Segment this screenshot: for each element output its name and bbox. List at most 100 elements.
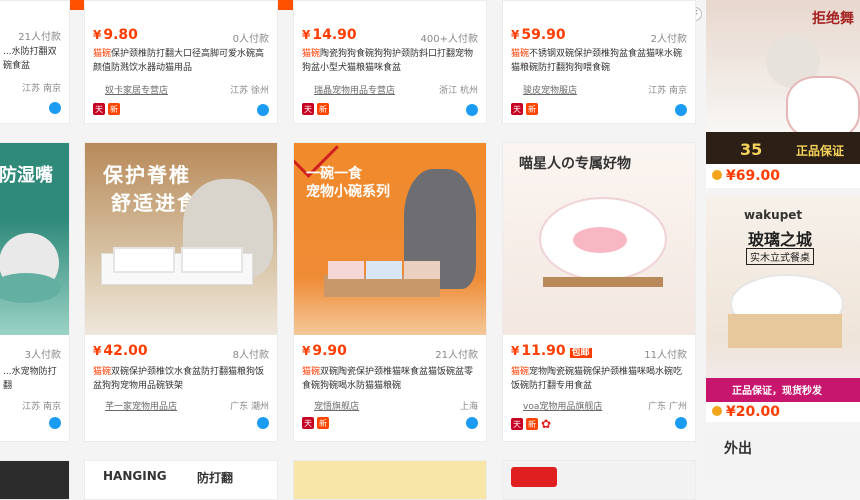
product-card-r1-c1[interactable]: ¥9.80 0人付款 猫碗保护颈椎防打翻大口径高脚可爱水碗高颜值防溅饮水器动猫用… (84, 0, 278, 124)
shop-link[interactable]: 骏皮宠物服店 (523, 83, 577, 96)
new-icon: 新 (526, 418, 538, 430)
image-caption-2: 防打翻 (197, 471, 234, 485)
ad-image[interactable]: wakupet 玻璃之城 实木立式餐桌 正品保证，现货秒发 (706, 196, 860, 402)
badges: 天新 (302, 103, 329, 115)
chat-icon[interactable] (49, 417, 61, 429)
sold-count: 400+人付款 (420, 34, 478, 45)
location: 浙江 杭州 (439, 86, 478, 96)
subtitle: 实木立式餐桌 (746, 248, 814, 265)
price: ¥59.90 (511, 27, 566, 43)
product-image[interactable]: 保护脊椎 舒适进食 (85, 143, 277, 335)
image-caption-2: 宠物小碗系列 (306, 184, 390, 200)
badges: 天新 (302, 417, 329, 429)
new-icon: 新 (317, 103, 329, 115)
location: 广东 潮州 (230, 402, 269, 412)
shop-link[interactable]: 奴卡家居专营店 (105, 83, 168, 96)
bowl-right (181, 247, 243, 273)
badges: 天新 ✿ (511, 417, 551, 431)
ad-image[interactable]: 外出 (706, 432, 860, 480)
product-card-r2-c2[interactable]: 一碗一食 宠物小碗系列 ¥9.90 21人付款 猫碗双碗陶瓷保护颈椎猫咪食盆猫饭… (293, 142, 487, 442)
product-title: 猫碗陶瓷狗狗食碗狗狗护颈防斜口打翻宠物狗盆小型犬猫粮猫咪食盆 (302, 49, 474, 73)
sold-count: 0人付款 (232, 34, 269, 45)
chat-icon[interactable] (675, 104, 687, 116)
chat-icon[interactable] (466, 104, 478, 116)
ad-caption: 外出 (724, 441, 752, 457)
location: 江苏 南京 (22, 84, 61, 94)
chat-icon[interactable] (466, 417, 478, 429)
location: 江苏 南京 (22, 402, 61, 412)
product-card-r1-c2[interactable]: ¥14.90 400+人付款 猫碗陶瓷狗狗食碗狗狗护颈防斜口打翻宠物狗盆小型犬猫… (293, 0, 487, 124)
product-card-r3-c2[interactable] (293, 460, 487, 500)
price: ¥42.00 (93, 343, 148, 359)
ad-card-2[interactable]: wakupet 玻璃之城 实木立式餐桌 正品保证，现货秒发 ¥20.00 (706, 196, 860, 422)
shop-link[interactable]: 芊一家宠物用品店 (105, 399, 177, 412)
product-card-r1-c0[interactable]: 21人付款 ...水防打翻双碗食盆 江苏 南京 (0, 0, 70, 124)
product-image[interactable]: 防湿嘴 (0, 143, 69, 335)
title: 玻璃之城 (748, 230, 813, 249)
bowl-2 (366, 261, 402, 279)
ad-image[interactable]: 拒绝舞 35 正品保证 (706, 0, 860, 164)
sold-count: 8人付款 (232, 350, 269, 361)
image-caption: 防湿嘴 (0, 165, 53, 186)
price: ¥9.80 (93, 27, 138, 43)
badge-number: 35 (740, 140, 763, 159)
product-card-r2-c0[interactable]: 防湿嘴 3人付款 ...水宠物防打翻 江苏 南京 (0, 142, 70, 442)
new-icon: 新 (317, 417, 329, 429)
bowl-3 (404, 261, 440, 279)
sold-count: 21人付款 (18, 32, 61, 43)
bowl-figure (0, 273, 61, 303)
product-card-r3-c3[interactable] (502, 460, 696, 500)
tmall-icon: 天 (302, 103, 314, 115)
tmall-icon: 天 (302, 417, 314, 429)
shop-link[interactable]: 宠悟旗舰店 (314, 399, 359, 412)
product-image[interactable]: 一碗一食 宠物小碗系列 (294, 143, 486, 335)
gold-icon (712, 406, 722, 416)
product-card-r3-c1[interactable]: HANGING 防打翻 (84, 460, 278, 500)
tmall-icon: 天 (511, 418, 523, 430)
guarantee: 正品保证 (796, 144, 845, 158)
chat-icon[interactable] (257, 104, 269, 116)
chat-icon[interactable] (675, 417, 687, 429)
ad-price: ¥69.00 (712, 168, 780, 184)
product-card-r2-c1[interactable]: 保护脊椎 舒适进食 ¥42.00 8人付款 猫碗双碗保护颈椎饮水食盆防打翻猫粮狗… (84, 142, 278, 442)
sold-count: 2人付款 (650, 34, 687, 45)
stand (543, 277, 663, 287)
sold-count: 21人付款 (435, 350, 478, 361)
location: 上海 (459, 402, 478, 412)
bowl-1 (328, 261, 364, 279)
ad-card-3[interactable]: 外出 (706, 432, 860, 480)
product-image[interactable]: 喵星人の专属好物 (503, 143, 695, 335)
shop-link[interactable]: 瑞晶宠物用品专营店 (314, 83, 395, 96)
badges: 天新 (511, 103, 538, 115)
brand: wakupet (744, 208, 803, 222)
badges: 天新 (93, 103, 120, 115)
tmall-icon: 天 (93, 103, 105, 115)
new-icon: 新 (526, 103, 538, 115)
chat-icon[interactable] (257, 417, 269, 429)
product-title: 猫碗宠物陶瓷碗猫碗保护颈椎猫咪喝水碗吃饭碗防打翻专用食盆 (511, 367, 683, 391)
product-card-r3-c0[interactable] (0, 460, 70, 500)
product-title: ...水防打翻双碗食盆 (3, 47, 57, 71)
sold-count: 3人付款 (24, 350, 61, 361)
tag: 包邮 (569, 348, 592, 358)
ad-price: ¥20.00 (712, 404, 780, 420)
image-caption: HANGING (103, 469, 167, 483)
product-card-r1-c3[interactable]: ¥59.90 2人付款 猫碗不锈钢双碗保护颈椎狗盆食盆猫咪水碗猫粮碗防打翻狗狗喂… (502, 0, 696, 124)
ad-card-1[interactable]: 拒绝舞 35 正品保证 ¥69.00 (706, 0, 860, 188)
paw-figure (573, 227, 627, 253)
sold-count: 11人付款 (644, 350, 687, 361)
stand (728, 314, 842, 348)
strip-text: 正品保证，现货秒发 (732, 386, 822, 397)
product-card-r2-c3[interactable]: 喵星人の专属好物 ¥11.90 包邮 11人付款 猫碗宠物陶瓷碗猫碗保护颈椎猫咪喝… (502, 142, 696, 442)
image-caption: 喵星人の专属好物 (519, 156, 631, 172)
price: ¥14.90 (302, 27, 357, 43)
image-caption-1: 保护脊椎 (103, 163, 191, 187)
red-tag (511, 467, 557, 487)
location: 江苏 南京 (648, 86, 687, 96)
shop-link[interactable]: voa宠物用品旗舰店 (523, 399, 602, 412)
product-title: 猫碗保护颈椎防打翻大口径高脚可爱水碗高颜值防溅饮水器动猫用品 (93, 49, 265, 73)
location: 江苏 徐州 (230, 86, 269, 96)
chat-icon[interactable] (49, 102, 61, 114)
product-title: ...水宠物防打翻 (3, 367, 57, 391)
new-icon: 新 (108, 103, 120, 115)
